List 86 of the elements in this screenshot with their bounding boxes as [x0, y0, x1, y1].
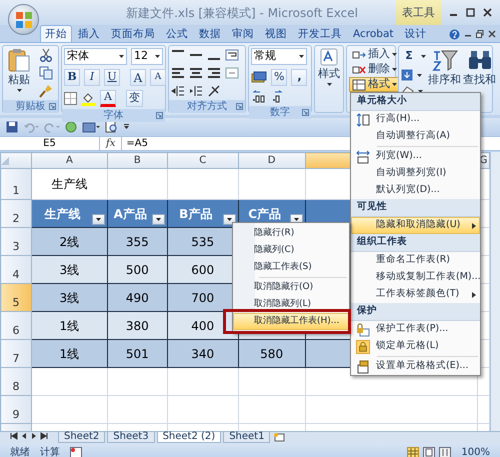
column-header[interactable]: D	[238, 152, 306, 168]
ribbon-tab[interactable]: 公式	[161, 25, 193, 42]
menu-item[interactable]: 工作表标签颜色(T)	[351, 286, 480, 303]
ribbon-tab[interactable]: 页面布局	[106, 25, 160, 42]
shrink-font-button[interactable]: A	[150, 69, 166, 86]
menu-section-header: 保护	[351, 303, 480, 321]
table-cell: 1线	[31, 312, 108, 340]
table-cell: 1线	[31, 340, 108, 368]
table-cell: 2线	[31, 228, 108, 256]
ribbon-tab[interactable]: 视图	[260, 25, 292, 42]
menu-item[interactable]: 自动调整列宽(I)	[351, 165, 480, 182]
autosum-button[interactable]: Σ	[401, 48, 417, 65]
menu-item[interactable]: 移动或复制工作表(M)...	[351, 269, 480, 286]
menu-item[interactable]: 隐藏和取消隐藏(U)	[351, 217, 480, 234]
window-title: 新建文件.xls [兼容模式] - Microsoft Excel	[125, 4, 359, 22]
row-header[interactable]: 8	[0, 368, 32, 396]
context-tab-group: 表工具	[396, 0, 441, 25]
name-box[interactable]: E5	[0, 137, 100, 150]
menu-item[interactable]: 默认列宽(D)...	[351, 182, 480, 199]
status-text: 计算	[40, 446, 60, 457]
comma-button[interactable]: ,	[291, 69, 308, 86]
ribbon-tab[interactable]: 插入	[73, 25, 105, 42]
number-format-field[interactable]: 常规	[251, 48, 307, 65]
row-header[interactable]: 9	[0, 396, 32, 424]
phonetic-button[interactable]: 变	[126, 90, 143, 107]
group-label: 剪贴板	[16, 100, 46, 114]
underline-button[interactable]: U	[104, 69, 120, 86]
table-cell: 3线	[31, 284, 108, 312]
bold-button[interactable]: B	[64, 69, 80, 86]
row-header[interactable]: 2	[0, 200, 32, 228]
sheet-tab[interactable]: Sheet1	[223, 432, 270, 443]
ribbon-tab[interactable]: 设计	[400, 25, 432, 42]
menu-item[interactable]: 锁定单元格(L)	[351, 338, 480, 355]
ribbon-tab[interactable]: 开发工具	[293, 25, 347, 42]
ribbon-tab[interactable]: 数据	[194, 25, 226, 42]
cells-menu-button[interactable]: 删除	[349, 62, 400, 77]
ribbon-tab[interactable]: 审阅	[227, 25, 259, 42]
column-header[interactable]: C	[167, 152, 238, 168]
font-name-field[interactable]: 宋体	[64, 48, 127, 65]
table-cell: 580	[238, 340, 306, 368]
table-cell: 501	[107, 340, 168, 368]
sheet-tab[interactable]: Sheet3	[107, 432, 155, 443]
menu-item[interactable]: 行高(H)...	[351, 111, 480, 128]
zoom-level[interactable]: 100%	[461, 444, 490, 457]
paste-button[interactable]: 粘贴	[5, 48, 33, 98]
table-cell: 340	[167, 340, 238, 368]
ribbon-tab[interactable]: 开始	[40, 25, 72, 42]
row-header[interactable]: 7	[0, 340, 32, 368]
insert-function-button[interactable]: fx	[100, 137, 122, 150]
menu-section-header: 单元格大小	[351, 93, 480, 111]
group-label: 对齐方式	[187, 100, 227, 114]
grow-font-button[interactable]: A	[130, 69, 146, 86]
column-header[interactable]: A	[31, 152, 108, 168]
font-color-button[interactable]: A	[100, 90, 116, 107]
table-cell: 355	[107, 228, 168, 256]
group-label: 字体	[104, 108, 124, 123]
menu-item[interactable]: 保护工作表(P)...	[351, 321, 480, 338]
sheet-tab[interactable]: Sheet2	[58, 432, 106, 443]
cells-menu-button[interactable]: 插入	[349, 47, 400, 62]
status-text: 就绪	[10, 446, 30, 457]
column-heading: 生产线	[31, 200, 108, 228]
font-size-field[interactable]: 12	[131, 48, 163, 65]
group-label: 数字	[270, 106, 290, 120]
row-header[interactable]: 6	[0, 312, 32, 340]
menu-section-header: 组织工作表	[351, 234, 480, 252]
percent-button[interactable]: %	[271, 69, 288, 86]
row-header[interactable]: 4	[0, 256, 32, 284]
menu-item[interactable]: 取消隐藏工作表(H)...	[233, 313, 349, 330]
table-cell: 500	[107, 256, 168, 284]
column-header[interactable]: B	[107, 152, 168, 168]
row-header[interactable]: 5	[0, 284, 32, 312]
row-header[interactable]: 3	[0, 228, 32, 256]
column-heading: B产品	[167, 200, 238, 228]
row-header[interactable]: 1	[0, 168, 32, 200]
menu-section-header: 可见性	[351, 199, 480, 217]
menu-item[interactable]: 设置单元格格式(E)...	[351, 358, 480, 375]
menu-item[interactable]: 列宽(W)...	[351, 148, 480, 165]
cells-menu-button[interactable]: 格式	[349, 77, 400, 92]
table-cell: 3线	[31, 256, 108, 284]
table-cell: 490	[107, 284, 168, 312]
sheet-tab[interactable]: Sheet2 (2)	[156, 432, 222, 443]
table-cell: 380	[107, 312, 168, 340]
column-heading: A产品	[107, 200, 168, 228]
italic-button[interactable]: I	[84, 69, 100, 86]
menu-item[interactable]: 重命名工作表(R)	[351, 252, 480, 269]
ribbon-tab[interactable]: Acrobat	[348, 25, 398, 42]
